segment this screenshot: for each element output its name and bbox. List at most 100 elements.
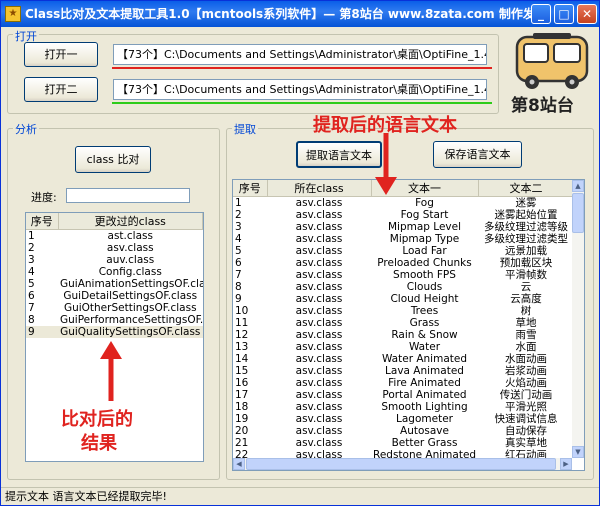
row-class-name: GuiOtherSettingsOF.class (63, 302, 197, 314)
row-class: asv.class (295, 401, 343, 413)
row-index: 11 (235, 317, 249, 329)
row-class: asv.class (295, 197, 343, 209)
scroll-up-icon[interactable]: ▲ (572, 180, 584, 192)
row-class: asv.class (295, 317, 343, 329)
row-text-two: 传送门动画 (499, 389, 553, 401)
table-row[interactable]: 21 asv.class Better Grass 真实草地 (233, 437, 574, 449)
app-icon: ★ (5, 6, 21, 22)
path-two-field[interactable]: 【73个】C:\Documents and Settings\Administr… (113, 79, 487, 100)
table-row[interactable]: 10 asv.class Trees 树 (233, 305, 574, 317)
row-text-one: Cloud Height (390, 293, 459, 305)
table-row[interactable]: 9 GuiQualitySettingsOF.class (26, 326, 203, 338)
table-row[interactable]: 14 asv.class Water Animated 水面动画 (233, 353, 574, 365)
table-row[interactable]: 4 asv.class Mipmap Type 多级纹理过滤类型 (233, 233, 574, 245)
row-text-one: Fire Animated (388, 377, 461, 389)
table-row[interactable]: 2 asv.class Fog Start 迷雾起始位置 (233, 209, 574, 221)
table-row[interactable]: 1 asv.class Fog 迷雾 (233, 197, 574, 210)
table-row[interactable]: 12 asv.class Rain & Snow 雨雪 (233, 329, 574, 341)
maximize-button[interactable]: □ (554, 4, 574, 24)
table-row[interactable]: 5 GuiAnimationSettingsOF.class (26, 278, 203, 290)
table-row[interactable]: 16 asv.class Fire Animated 火焰动画 (233, 377, 574, 389)
row-text-one: Smooth Lighting (381, 401, 468, 413)
title-bar: ★ Class比对及文本提取工具1.0【mcntools系列软件】— 第8站台 … (1, 1, 599, 27)
table-row[interactable]: 9 asv.class Cloud Height 云高度 (233, 293, 574, 305)
table-row[interactable]: 13 asv.class Water 水面 (233, 341, 574, 353)
row-text-two: 水面 (515, 341, 537, 353)
row-class: asv.class (295, 389, 343, 401)
open-one-button[interactable]: 打开一 (24, 42, 98, 67)
progress-bar (66, 188, 190, 203)
table-row[interactable]: 20 asv.class Autosave 自动保存 (233, 425, 574, 437)
annotation-compare-result-line2: 结果 (81, 433, 117, 454)
table-row[interactable]: 6 asv.class Preloaded Chunks 预加载区块 (233, 257, 574, 269)
save-text-button[interactable]: 保存语言文本 (433, 141, 522, 168)
vertical-scroll-thumb[interactable] (572, 193, 584, 233)
horizontal-scroll-thumb[interactable] (246, 458, 556, 470)
row-text-one: Lagometer (396, 413, 453, 425)
table-row[interactable]: 18 asv.class Smooth Lighting 平滑光照 (233, 401, 574, 413)
bus-icon (515, 33, 589, 89)
row-index: 19 (235, 413, 249, 425)
col-header-class[interactable]: 所在class (267, 180, 372, 197)
class-compare-button[interactable]: class 比对 (75, 146, 151, 173)
scroll-right-icon[interactable]: ▶ (560, 458, 572, 470)
table-row[interactable]: 17 asv.class Portal Animated 传送门动画 (233, 389, 574, 401)
table-row[interactable]: 11 asv.class Grass 草地 (233, 317, 574, 329)
table-row[interactable]: 2 asv.class (26, 242, 203, 254)
row-index: 15 (235, 365, 249, 377)
row-text-one: Water Animated (381, 353, 468, 365)
logo-text: 第8站台 (511, 96, 574, 116)
table-row[interactable]: 7 GuiOtherSettingsOF.class (26, 302, 203, 314)
col-header-changed-class[interactable]: 更改过的class (58, 213, 203, 230)
col-header-text-two[interactable]: 文本二 (478, 180, 575, 197)
row-index: 4 (235, 233, 242, 245)
extract-text-button[interactable]: 提取语言文本 (296, 141, 382, 168)
row-class: asv.class (295, 233, 343, 245)
col-header-index[interactable]: 序号 (233, 180, 268, 197)
table-row[interactable]: 5 asv.class Load Far 远景加载 (233, 245, 574, 257)
scroll-down-icon[interactable]: ▼ (572, 446, 584, 458)
row-class: asv.class (295, 269, 343, 281)
col-header-index[interactable]: 序号 (26, 213, 59, 230)
table-row[interactable]: 6 GuiDetailSettingsOF.class (26, 290, 203, 302)
horizontal-scrollbar[interactable]: ◀ ▶ (233, 458, 572, 470)
row-index: 5 (235, 245, 242, 257)
table-row[interactable]: 15 asv.class Lava Animated 岩浆动画 (233, 365, 574, 377)
row-index: 3 (235, 221, 242, 233)
table-row[interactable]: 8 GuiPerformanceSettingsOF.d... (26, 314, 203, 326)
row-index: 6 (235, 257, 242, 269)
row-class: asv.class (295, 425, 343, 437)
path-one-field[interactable]: 【73个】C:\Documents and Settings\Administr… (113, 44, 487, 65)
scroll-left-icon[interactable]: ◀ (233, 458, 245, 470)
row-index: 7 (28, 302, 35, 314)
row-text-two: 快速调试信息 (494, 413, 558, 425)
row-index: 6 (28, 290, 35, 302)
annotation-arrow-down-icon (375, 133, 397, 195)
row-index: 5 (28, 278, 35, 290)
vertical-scrollbar[interactable]: ▲ ▼ (572, 180, 584, 458)
row-index: 1 (235, 197, 242, 209)
row-index: 17 (235, 389, 249, 401)
row-text-two: 多级纹理过滤等级 (484, 221, 568, 233)
language-text-list[interactable]: 序号 所在class 文本一 文本二 1 asv.class Fog 迷雾 2 asv.c… (232, 179, 585, 471)
table-row[interactable]: 7 asv.class Smooth FPS 平滑帧数 (233, 269, 574, 281)
row-text-two: 水面动画 (505, 353, 547, 365)
minimize-button[interactable]: _ (531, 4, 551, 24)
open-two-button[interactable]: 打开二 (24, 77, 98, 102)
close-button[interactable]: ✕ (577, 4, 597, 24)
row-class: asv.class (295, 305, 343, 317)
row-class: asv.class (295, 257, 343, 269)
table-row[interactable]: 4 Config.class (26, 266, 203, 278)
row-class: asv.class (295, 245, 343, 257)
row-index: 4 (28, 266, 35, 278)
table-row[interactable]: 8 asv.class Clouds 云 (233, 281, 574, 293)
table-row[interactable]: 3 auv.class (26, 254, 203, 266)
row-text-two: 自动保存 (505, 425, 547, 437)
row-text-one: Better Grass (391, 437, 458, 449)
row-text-one: Trees (410, 305, 439, 317)
table-row[interactable]: 19 asv.class Lagometer 快速调试信息 (233, 413, 574, 425)
table-row[interactable]: 1 ast.class (26, 230, 203, 243)
table-row[interactable]: 3 asv.class Mipmap Level 多级纹理过滤等级 (233, 221, 574, 233)
row-class: asv.class (295, 209, 343, 221)
row-class-name: asv.class (106, 242, 154, 254)
